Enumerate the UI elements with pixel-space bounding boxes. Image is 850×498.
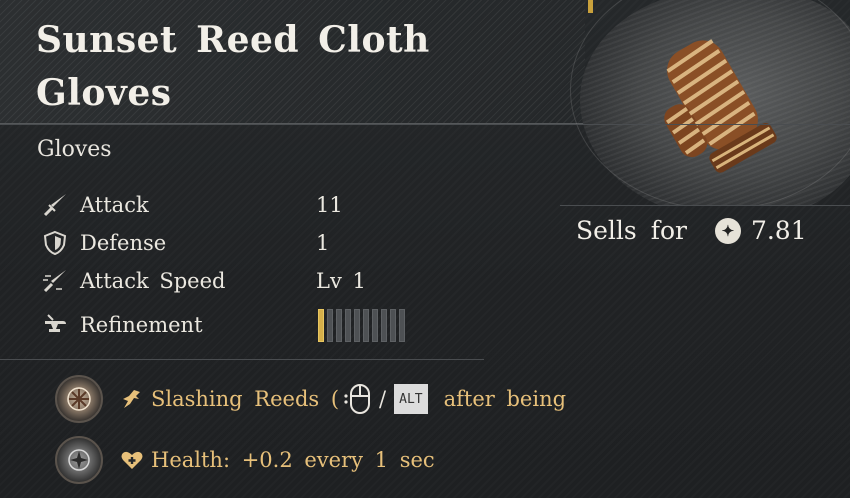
effect-slashing-reeds: Slashing Reeds ( / ALT after being [55,375,566,423]
key-separator: / [379,387,387,411]
sell-price: Sells for ✦ 7.81 [576,216,807,245]
stat-defense: Defense [40,228,166,258]
silver-emblem-icon [55,436,103,484]
sell-divider [560,205,850,206]
bronze-emblem-icon [55,375,103,423]
silver-coin-icon: ✦ [714,217,741,244]
item-title-line-2: Gloves [36,72,172,114]
refinement-segment [363,309,369,342]
alt-key: ALT [394,384,428,414]
stat-attack: Attack [40,190,149,220]
running-icon [119,386,145,412]
stat-label: Attack [80,193,149,217]
effect-health-regen: Health: +0.2 every 1 sec [55,436,435,484]
stat-label: Attack Speed [80,269,226,293]
stat-value: 11 [316,193,343,217]
item-title-line-1: Sunset Reed Cloth [36,19,430,61]
shield-icon [40,228,70,258]
stat-label: Refinement [80,313,203,337]
refinement-segment [318,309,324,342]
item-category: Gloves [37,137,112,162]
heart-plus-icon [119,447,145,473]
mouse-button-icon [341,381,373,417]
stats-divider [0,359,484,360]
effect-text-after: after being [443,387,567,411]
refinement-segment [372,309,378,342]
stat-value: 1 [316,231,330,255]
sword-icon [40,190,70,220]
refinement-segment [354,309,360,342]
effect-text: Health: +0.2 every 1 sec [151,448,435,472]
sell-label: Sells for [576,216,687,245]
stat-label: Defense [80,231,167,255]
effect-text-before: Slashing Reeds ( [151,387,340,411]
stat-attack-speed: Attack Speed [40,266,225,296]
refinement-segment [381,309,387,342]
refinement-segment [327,309,333,342]
item-image [560,0,850,205]
swift-sword-icon [40,266,70,296]
stat-refinement: Refinement [40,310,203,340]
refinement-segment [399,309,405,342]
refinement-segment [390,309,396,342]
item-title: Sunset Reed Cloth Gloves [36,14,556,120]
reed-cloth-glove-icon [664,39,777,173]
refinement-level-bar [318,309,405,342]
anvil-icon [40,310,70,340]
refinement-segment [336,309,342,342]
stat-value: Lv 1 [316,269,366,293]
sell-value: 7.81 [750,216,807,245]
refinement-segment [345,309,351,342]
header-divider [0,124,850,125]
item-tooltip: Sunset Reed Cloth Gloves Sells for ✦ 7.8… [0,0,850,498]
